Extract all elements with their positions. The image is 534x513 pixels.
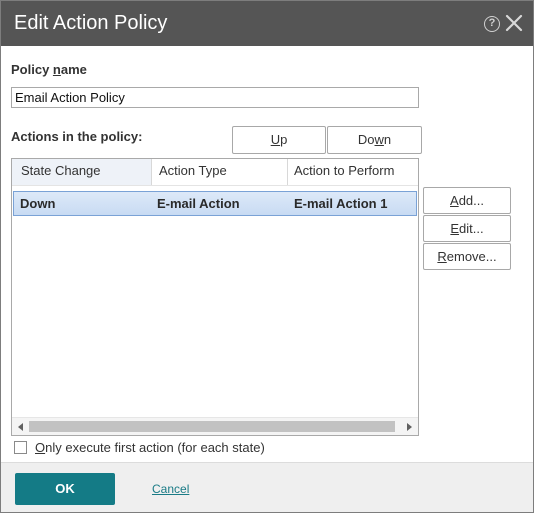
cell-action-type: E-mail Action <box>157 196 240 211</box>
scrollbar-thumb[interactable] <box>29 421 395 432</box>
actions-grid[interactable]: State Change Action Type Action to Perfo… <box>11 158 419 436</box>
up-button[interactable]: Up <box>232 126 326 154</box>
only-first-action-label[interactable]: Only execute first action (for each stat… <box>35 440 265 455</box>
scroll-left-arrow-icon[interactable] <box>14 419 28 435</box>
table-row[interactable]: Down E-mail Action E-mail Action 1 <box>13 191 417 216</box>
close-icon[interactable] <box>505 14 523 32</box>
cell-action-to-perform: E-mail Action 1 <box>294 196 388 211</box>
grid-header: State Change Action Type Action to Perfo… <box>12 159 418 186</box>
cancel-link[interactable]: Cancel <box>152 482 189 496</box>
edit-button[interactable]: Edit... <box>423 215 511 242</box>
dialog-titlebar: Edit Action Policy ? <box>1 1 533 46</box>
column-header-action-to-perform[interactable]: Action to Perform <box>288 159 418 185</box>
dialog-footer: OK Cancel <box>1 462 533 512</box>
edit-action-policy-dialog: Edit Action Policy ? Policy name Actions… <box>0 0 534 513</box>
help-icon[interactable]: ? <box>484 16 500 32</box>
horizontal-scrollbar[interactable] <box>12 417 418 435</box>
add-button[interactable]: Add... <box>423 187 511 214</box>
scroll-right-arrow-icon[interactable] <box>402 419 416 435</box>
actions-label: Actions in the policy: <box>11 129 143 144</box>
down-button[interactable]: Down <box>327 126 422 154</box>
column-header-state-change[interactable]: State Change <box>12 159 152 185</box>
dialog-title: Edit Action Policy <box>14 12 168 34</box>
only-first-action-checkbox[interactable] <box>14 441 27 454</box>
policy-name-label: Policy name <box>11 62 87 77</box>
cell-state-change: Down <box>20 196 56 211</box>
remove-button[interactable]: Remove... <box>423 243 511 270</box>
column-header-action-type[interactable]: Action Type <box>152 159 288 185</box>
ok-button[interactable]: OK <box>15 473 115 505</box>
policy-name-input[interactable] <box>11 87 419 108</box>
